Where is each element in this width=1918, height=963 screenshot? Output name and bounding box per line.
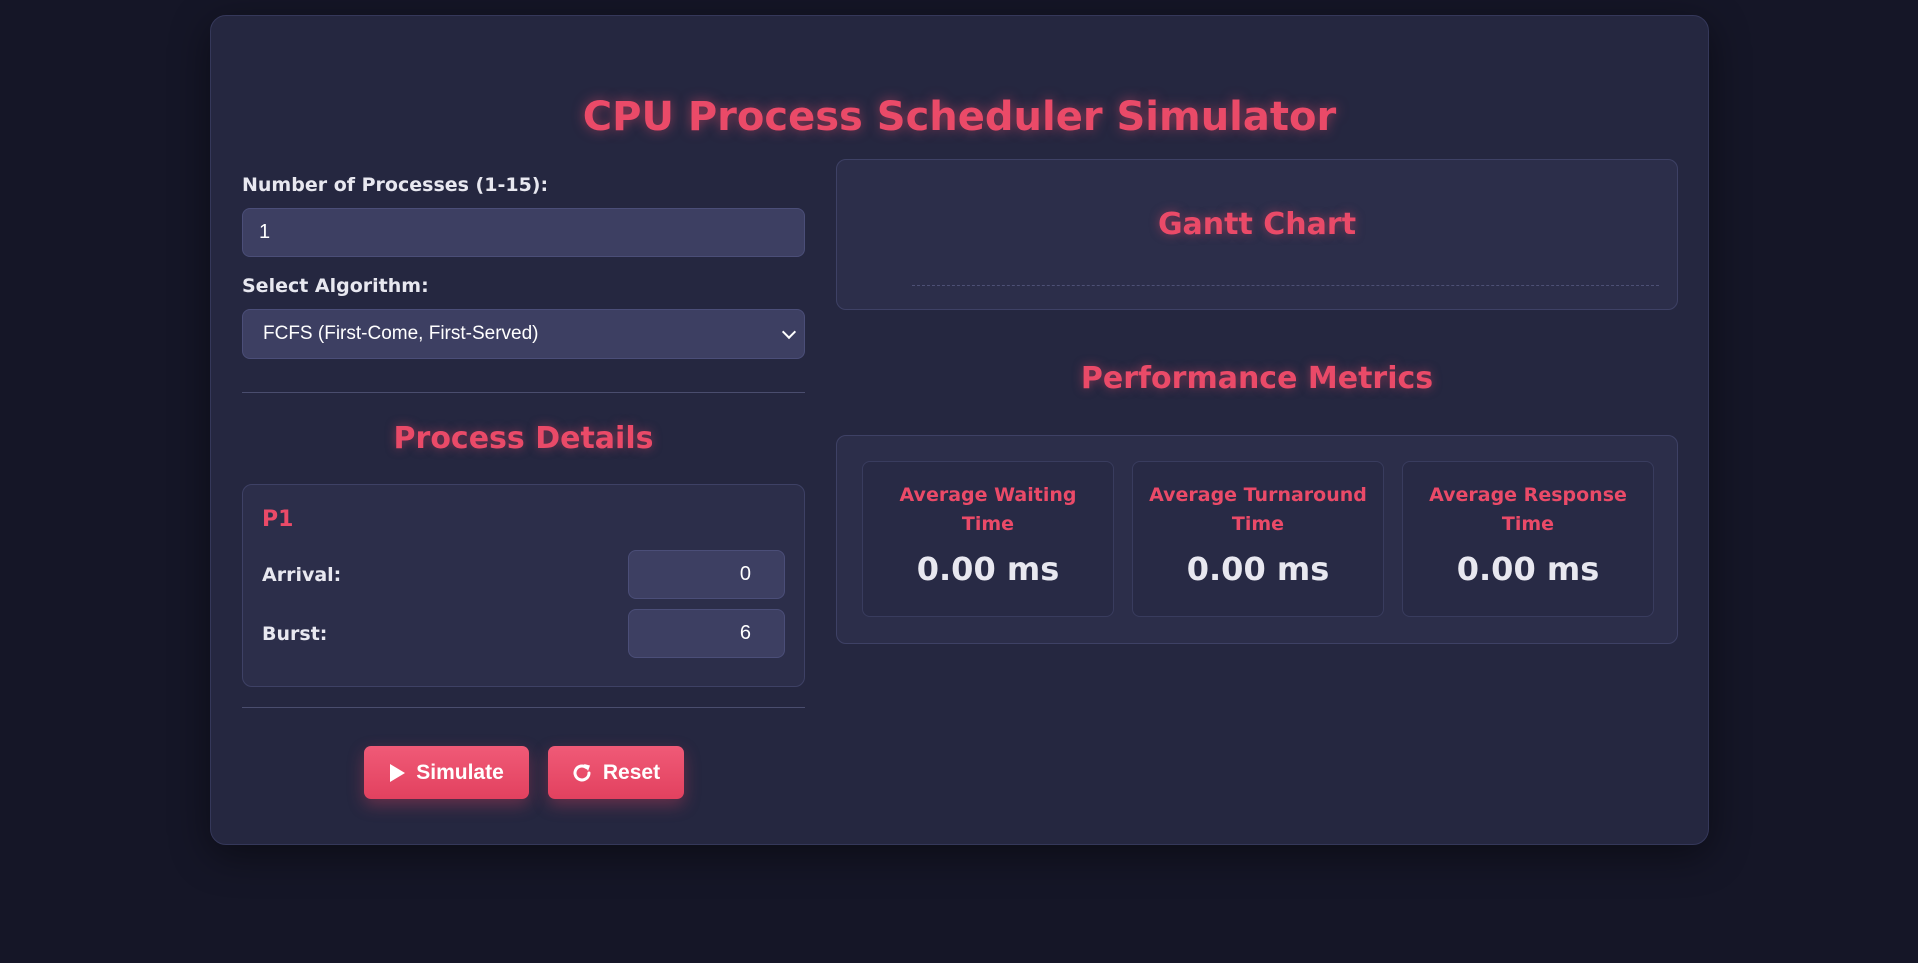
algorithm-label: Select Algorithm: [242,275,429,297]
left-panel: Number of Processes (1-15): Select Algor… [242,174,805,708]
metric-average-waiting-time: Average Waiting Time 0.00 ms [862,461,1114,617]
burst-label: Burst: [262,622,328,645]
metric-label: Average Turnaround Time [1149,484,1367,535]
metrics-card: Average Waiting Time 0.00 ms Average Tur… [836,435,1678,644]
num-processes-input[interactable] [242,208,805,257]
algorithm-select[interactable]: FCFS (First-Come, First-Served) [242,309,805,359]
process-card: P1 Arrival: 0 Burst: 6 [242,484,805,687]
divider [242,707,805,708]
process-details-title: Process Details [393,421,654,456]
arrival-label: Arrival: [262,563,342,586]
gantt-chart-title: Gantt Chart [1157,207,1357,242]
burst-input[interactable]: 6 [628,609,785,658]
metric-average-response-time: Average Response Time 0.00 ms [1402,461,1654,617]
metric-value: 0.00 ms [1456,550,1600,588]
process-name: P1 [262,507,294,532]
right-panel: Gantt Chart Performance Metrics Average … [836,159,1678,644]
burst-row: Burst: 6 [262,609,785,658]
reset-button-label: Reset [602,760,661,784]
metric-value: 0.00 ms [1186,550,1330,588]
divider [242,392,805,393]
algorithm-selected-value: FCFS (First-Come, First-Served) [263,323,539,344]
arrival-input[interactable]: 0 [628,550,785,599]
metric-average-turnaround-time: Average Turnaround Time 0.00 ms [1132,461,1384,617]
reset-icon [571,762,593,784]
gantt-timeline [912,285,1659,286]
simulate-button[interactable]: Simulate [363,746,529,799]
metric-label: Average Response Time [1429,484,1627,535]
gantt-chart-card: Gantt Chart [836,159,1678,310]
app-title: CPU Process Scheduler Simulator [582,94,1337,140]
arrival-row: Arrival: 0 [262,550,785,599]
play-icon [388,763,406,783]
main-container: CPU Process Scheduler Simulator Number o… [210,15,1709,845]
chevron-down-icon [781,324,797,339]
button-row: Simulate Reset [242,746,805,799]
metric-label: Average Waiting Time [899,484,1077,535]
num-processes-label: Number of Processes (1-15): [242,174,549,196]
metric-value: 0.00 ms [916,550,1060,588]
reset-button[interactable]: Reset [547,746,684,799]
simulate-button-label: Simulate [416,760,504,784]
performance-metrics-title: Performance Metrics [1080,361,1434,396]
